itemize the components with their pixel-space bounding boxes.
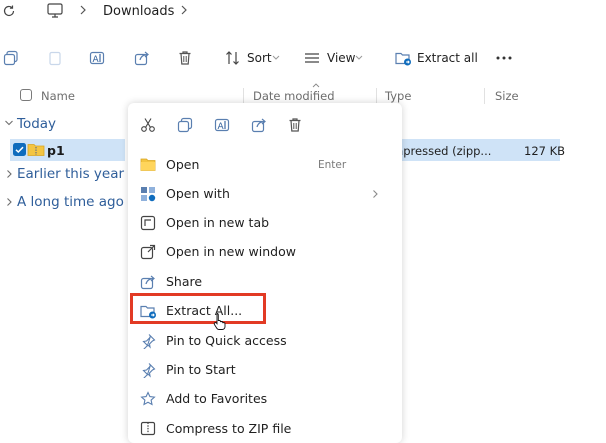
zip-file-icon — [140, 421, 156, 436]
view-icon[interactable] — [304, 51, 320, 65]
view-button[interactable]: View — [327, 51, 355, 65]
group-header-a-long-time-ago[interactable]: A long time ago — [17, 194, 124, 210]
column-header-name[interactable]: Name — [41, 89, 75, 103]
share-icon[interactable] — [134, 50, 150, 66]
menu-item-open-with[interactable]: Open with — [166, 186, 230, 201]
chevron-right-icon — [372, 189, 379, 199]
chevron-down-icon[interactable] — [355, 55, 363, 61]
file-name[interactable]: p1 — [47, 143, 65, 158]
open-with-icon — [140, 186, 156, 202]
more-options-icon[interactable] — [495, 52, 513, 64]
menu-item-open-in-new-window[interactable]: Open in new window — [166, 244, 296, 259]
svg-text:A: A — [218, 122, 225, 132]
breadcrumb-downloads[interactable]: Downloads — [103, 4, 174, 19]
column-header-type[interactable]: Type — [385, 89, 411, 103]
open-icon — [140, 157, 156, 172]
cut-icon[interactable] — [140, 117, 156, 133]
chevron-right-icon[interactable] — [6, 197, 13, 207]
new-item-icon[interactable] — [3, 50, 19, 66]
column-header-size[interactable]: Size — [495, 89, 519, 103]
sort-icon[interactable] — [225, 50, 241, 66]
menu-item-open[interactable]: Open — [166, 157, 199, 172]
sort-indicator-icon — [312, 83, 320, 88]
row-checkbox-checked[interactable] — [13, 143, 26, 156]
extract-all-button[interactable]: Extract all — [417, 51, 478, 65]
pin-icon — [140, 333, 156, 349]
this-pc-icon[interactable] — [47, 3, 63, 18]
paste-icon[interactable] — [48, 50, 62, 66]
column-header-date-modified[interactable]: Date modified — [253, 89, 335, 103]
rename-icon[interactable]: A — [214, 117, 230, 133]
share-icon[interactable] — [251, 117, 267, 133]
share-icon — [140, 274, 156, 290]
star-icon — [140, 391, 156, 407]
sort-button[interactable]: Sort — [247, 51, 272, 65]
new-window-icon — [140, 244, 156, 260]
highlight-annotation — [130, 293, 266, 324]
rename-icon[interactable]: A — [89, 50, 105, 66]
column-divider[interactable] — [243, 88, 244, 104]
group-header-today[interactable]: Today — [17, 116, 56, 132]
menu-accelerator-enter: Enter — [318, 159, 347, 171]
new-tab-icon — [140, 215, 156, 231]
pin-icon — [140, 362, 156, 378]
chevron-down-icon[interactable] — [272, 55, 280, 61]
group-header-earlier-this-year[interactable]: Earlier this year — [17, 166, 124, 182]
chevron-down-icon[interactable] — [4, 119, 14, 127]
column-divider[interactable] — [484, 88, 485, 104]
chevron-right-icon[interactable] — [180, 5, 188, 15]
menu-item-add-to-favorites[interactable]: Add to Favorites — [166, 391, 267, 406]
zip-folder-icon — [27, 142, 45, 157]
refresh-icon[interactable] — [2, 4, 16, 18]
svg-text:A: A — [93, 55, 100, 65]
delete-icon[interactable] — [288, 117, 302, 133]
menu-item-pin-to-start[interactable]: Pin to Start — [166, 362, 236, 377]
column-divider[interactable] — [376, 88, 377, 104]
menu-item-pin-to-quick-access[interactable]: Pin to Quick access — [166, 333, 287, 348]
delete-icon[interactable] — [178, 50, 192, 66]
copy-icon[interactable] — [177, 117, 193, 133]
extract-all-icon[interactable] — [395, 50, 412, 66]
menu-item-open-in-new-tab[interactable]: Open in new tab — [166, 215, 269, 230]
hand-cursor-icon — [213, 312, 227, 330]
chevron-right-icon[interactable] — [6, 169, 13, 179]
menu-item-share[interactable]: Share — [166, 274, 202, 289]
chevron-right-icon[interactable] — [79, 5, 87, 15]
menu-item-compress-to-zip[interactable]: Compress to ZIP file — [166, 421, 291, 436]
select-all-checkbox[interactable] — [20, 89, 32, 101]
file-size: 127 KB — [524, 144, 566, 158]
